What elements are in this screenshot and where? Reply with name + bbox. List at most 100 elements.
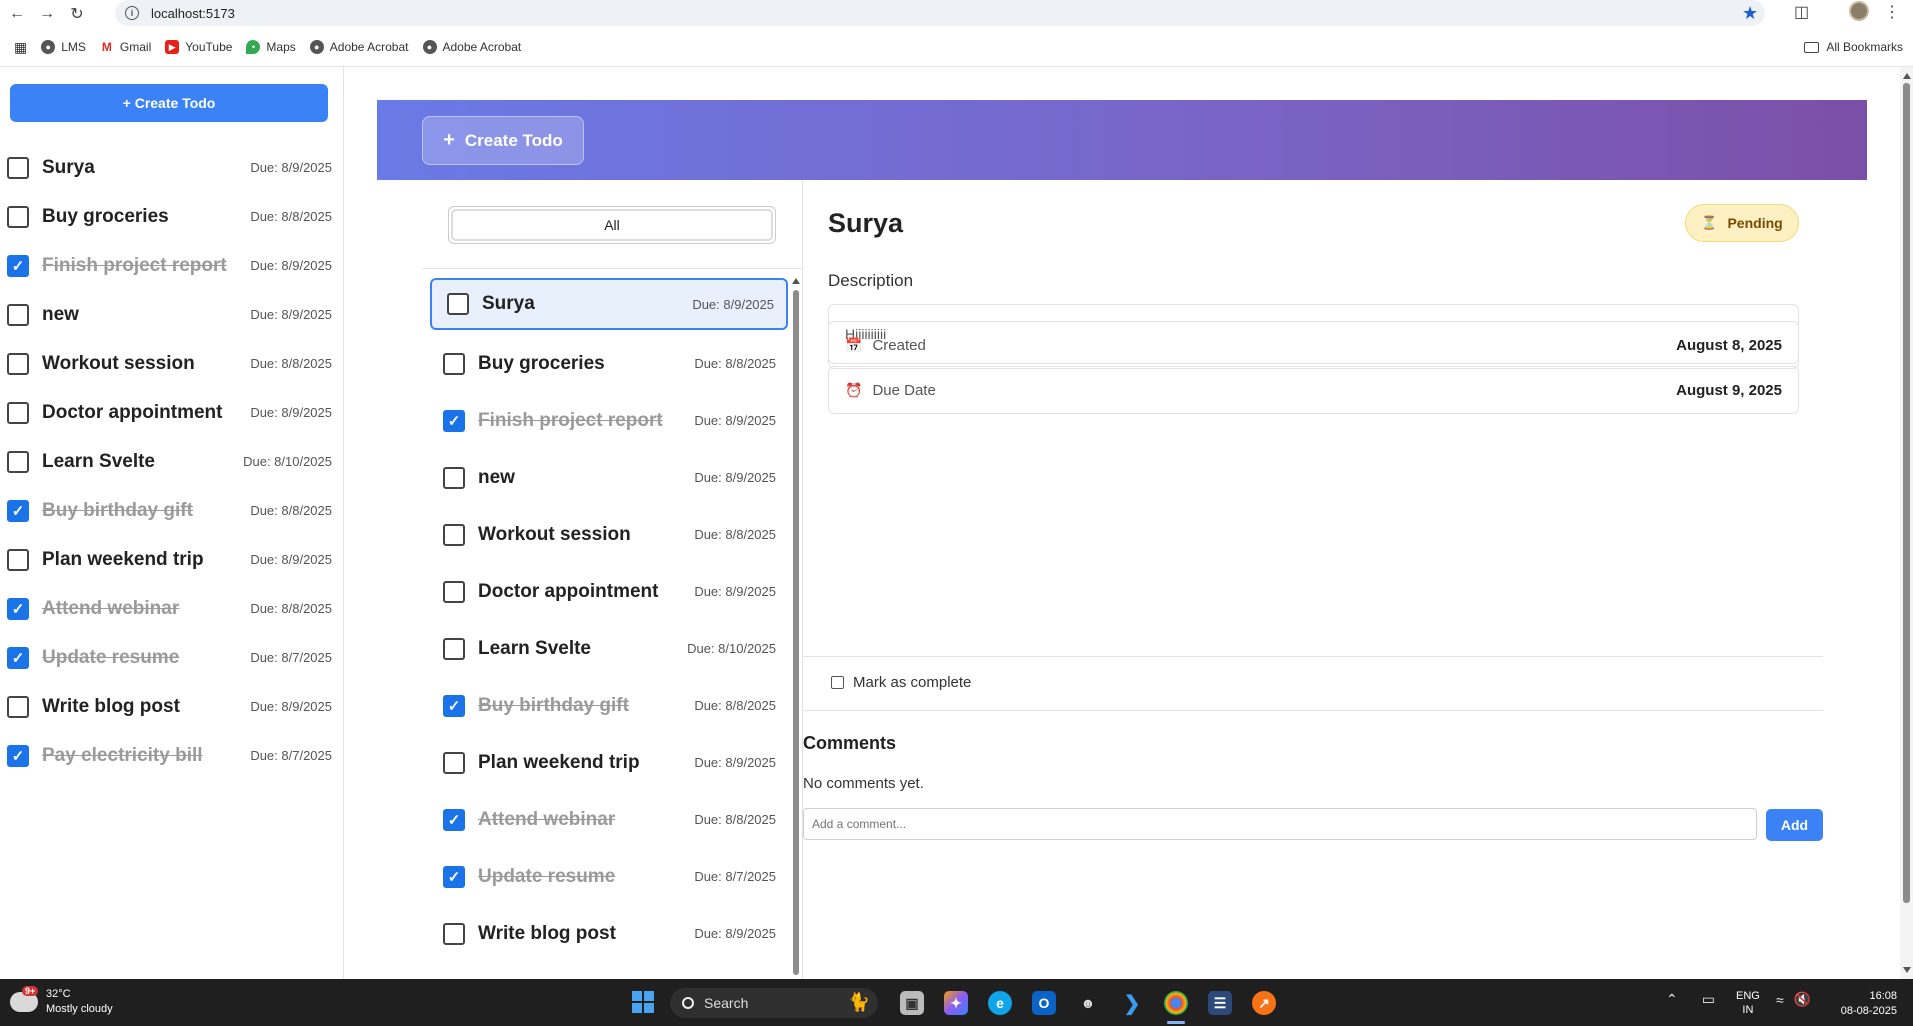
app-icon[interactable]: ☰ [1208,991,1232,1015]
hero-create-todo-button[interactable]: + Create Todo [422,116,584,165]
profile-avatar[interactable] [1849,1,1869,21]
todo-checkbox[interactable] [443,751,465,774]
mark-complete-toggle[interactable]: Mark as complete [831,674,971,691]
list-item[interactable]: Buy groceries Due: 8/8/2025 [0,192,344,241]
copilot-icon[interactable]: ✦ [944,991,968,1015]
todo-checkbox[interactable] [7,352,29,375]
outlook-icon[interactable]: O [1032,991,1056,1015]
bookmark-adobe-1[interactable]: ● Adobe Acrobat [309,40,409,54]
filter-select[interactable]: All [448,206,776,244]
vscode-icon[interactable]: ❯ [1120,991,1144,1015]
list-item[interactable]: ✓ Update resume Due: 8/7/2025 [0,633,344,682]
todo-checkbox[interactable] [443,523,465,546]
list-item[interactable]: Workout session Due: 8/8/2025 [0,339,344,388]
todo-checkbox[interactable] [7,548,29,571]
quick-settings[interactable]: ≈ 🔇 [1776,991,1811,1008]
site-info-icon[interactable]: i [125,6,139,20]
list-item[interactable]: ✓ Attend webinar Due: 8/8/2025 [0,584,344,633]
list-item[interactable]: Surya Due: 8/9/2025 [430,278,788,330]
extensions-icon[interactable]: ◫ [1794,2,1809,22]
all-bookmarks[interactable]: All Bookmarks [1804,40,1903,54]
todo-checkbox[interactable] [443,466,465,489]
scrollbar-thumb[interactable] [793,290,799,975]
bookmark-lms[interactable]: ● LMS [41,40,86,54]
todo-checkbox[interactable] [7,450,29,473]
list-item[interactable]: Plan weekend trip Due: 8/9/2025 [430,734,788,791]
list-item[interactable]: new Due: 8/9/2025 [0,290,344,339]
list-item[interactable]: Learn Svelte Due: 8/10/2025 [0,437,344,486]
list-item[interactable]: Write blog post Due: 8/9/2025 [0,682,344,731]
scroll-up-icon[interactable] [792,278,800,284]
todo-title: Workout session [42,352,195,374]
menu-kebab-icon[interactable]: ⋮ [1884,2,1900,22]
list-scrollbar[interactable] [790,278,802,978]
language-indicator[interactable]: ENG IN [1736,989,1760,1017]
postman-icon[interactable]: ↗ [1252,991,1276,1015]
todo-checkbox[interactable] [7,156,29,179]
weather-widget[interactable]: 9+ 32°C Mostly cloudy [10,986,113,1017]
edge-icon[interactable]: e [988,991,1012,1015]
list-item[interactable]: Doctor appointment Due: 8/9/2025 [0,388,344,437]
network-off-icon[interactable]: ▭ [1702,991,1715,1008]
bookmark-star-icon[interactable]: ★ [1742,3,1758,24]
address-bar[interactable]: i localhost:5173 [115,0,1765,26]
list-item[interactable]: ✓ Pay electricity bill Due: 8/7/2025 [0,731,344,780]
chevron-up-icon[interactable]: ⌃ [1666,991,1678,1008]
bookmark-gmail[interactable]: M Gmail [99,40,151,54]
page-scrollbar[interactable] [1900,67,1913,979]
list-item[interactable]: ✓ Finish project report Due: 8/9/2025 [430,392,788,449]
todo-checkbox[interactable]: ✓ [443,808,465,831]
back-icon[interactable]: ← [4,3,30,25]
todo-checkbox[interactable] [447,293,469,315]
list-item[interactable]: Plan weekend trip Due: 8/9/2025 [0,535,344,584]
list-item[interactable]: Write blog post Due: 8/9/2025 [430,905,788,962]
todo-checkbox[interactable]: ✓ [7,646,29,669]
todo-due-date: Due: 8/9/2025 [250,699,332,714]
list-item[interactable]: ✓ Buy birthday gift Due: 8/8/2025 [0,486,344,535]
list-item[interactable]: Buy groceries Due: 8/8/2025 [430,335,788,392]
list-item[interactable]: ✓ Update resume Due: 8/7/2025 [430,848,788,905]
mark-complete-checkbox[interactable] [831,676,844,689]
todo-checkbox[interactable]: ✓ [443,694,465,717]
bookmark-maps[interactable]: • Maps [246,40,296,54]
todo-checkbox[interactable]: ✓ [443,409,465,432]
todo-checkbox[interactable] [7,695,29,718]
list-item[interactable]: ✓ Finish project report Due: 8/9/2025 [0,241,344,290]
list-item[interactable]: Learn Svelte Due: 8/10/2025 [430,620,788,677]
list-item[interactable]: Surya Due: 8/9/2025 [0,143,344,192]
list-item[interactable]: Workout session Due: 8/8/2025 [430,506,788,563]
add-comment-button[interactable]: Add [1766,809,1823,841]
scroll-down-icon[interactable] [1903,967,1911,973]
todo-checkbox[interactable] [443,922,465,945]
list-item[interactable]: Doctor appointment Due: 8/9/2025 [430,563,788,620]
task-view-icon[interactable]: ▣ [900,991,924,1015]
bookmark-adobe-2[interactable]: ● Adobe Acrobat [422,40,521,54]
todo-checkbox[interactable]: ✓ [7,499,29,522]
sidebar-create-todo-button[interactable]: + Create Todo [10,84,328,122]
scroll-up-icon[interactable] [1903,73,1911,79]
taskbar-search[interactable]: Search 🐈 [670,988,878,1018]
chrome-icon[interactable] [1164,991,1188,1015]
todo-checkbox[interactable] [443,637,465,660]
todo-checkbox[interactable] [7,401,29,424]
list-item[interactable]: ✓ Buy birthday gift Due: 8/8/2025 [430,677,788,734]
list-item[interactable]: new Due: 8/9/2025 [430,449,788,506]
comment-input[interactable] [803,808,1757,840]
bookmark-youtube[interactable]: ▶ YouTube [165,40,232,54]
list-item[interactable]: ✓ Attend webinar Due: 8/8/2025 [430,791,788,848]
windows-start-icon[interactable] [632,991,654,1013]
page-scrollbar-thumb[interactable] [1903,83,1910,903]
todo-checkbox[interactable]: ✓ [7,744,29,767]
forward-icon[interactable]: → [34,3,60,25]
reload-icon[interactable]: ↻ [64,3,90,25]
todo-checkbox[interactable] [7,303,29,326]
todo-checkbox[interactable]: ✓ [7,597,29,620]
todo-checkbox[interactable]: ✓ [7,254,29,277]
clock[interactable]: 16:08 08-08-2025 [1841,989,1897,1019]
todo-checkbox[interactable] [443,352,465,375]
todo-checkbox[interactable]: ✓ [443,865,465,888]
apps-grid-icon[interactable]: ▦ [14,39,27,56]
bot-icon[interactable]: ☻ [1076,991,1100,1015]
todo-checkbox[interactable] [7,205,29,228]
todo-checkbox[interactable] [443,580,465,603]
